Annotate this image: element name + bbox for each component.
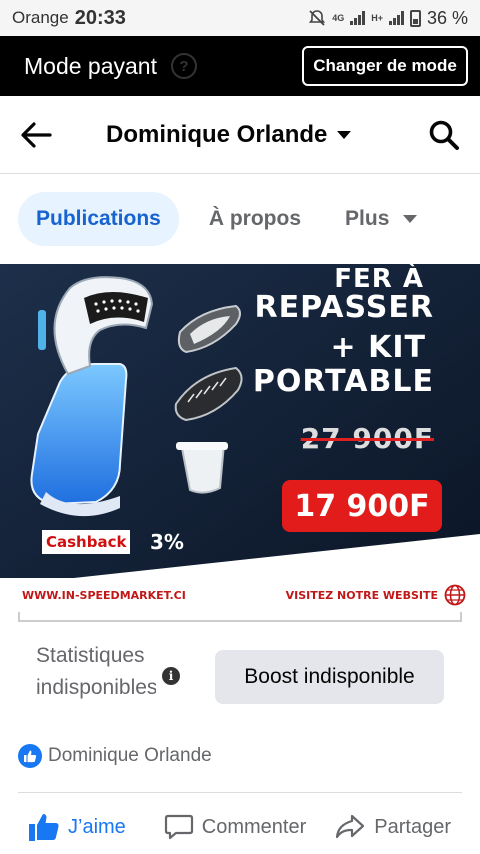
old-price: 27 900F	[300, 422, 434, 455]
ad-footer: WWW.IN-SPEEDMARKET.CI VISITEZ NOTRE WEBS…	[0, 578, 480, 612]
signal-icon	[350, 11, 366, 25]
share-button[interactable]: Partager	[334, 813, 451, 841]
battery-level: 36 %	[426, 7, 468, 28]
chevron-down-icon	[403, 215, 418, 223]
back-arrow-icon[interactable]	[20, 119, 52, 151]
status-bar: Orange 20:33 4G H+ 36 %	[0, 0, 480, 36]
like-label: J’aime	[68, 815, 126, 838]
tab-a-propos[interactable]: À propos	[195, 192, 315, 246]
share-icon	[336, 814, 365, 839]
image-frame	[18, 612, 462, 622]
tab-plus-label: Plus	[345, 207, 390, 230]
divider	[18, 792, 462, 793]
post-actions: J’aime Commenter Partager	[0, 800, 480, 854]
help-icon[interactable]: ?	[170, 53, 197, 79]
notifications-off-icon	[309, 10, 326, 26]
cashback-value: 3%	[150, 530, 184, 554]
profile-tabs: Publications À propos Plus	[0, 174, 480, 264]
comment-button[interactable]: Commenter	[164, 813, 306, 841]
new-price: 17 900F	[282, 480, 442, 532]
globe-icon	[444, 584, 466, 606]
ad-text-line2: REPASSER	[254, 290, 434, 325]
network-hplus-label: H+	[371, 13, 383, 23]
cashback-label: Cashback	[42, 530, 131, 554]
insights-status: Statistiques indisponibles	[36, 644, 156, 699]
mode-bar: Mode payant ? Changer de mode	[0, 36, 480, 96]
mode-title: Mode payant	[24, 52, 157, 79]
clock: 20:33	[74, 6, 126, 29]
ad-visit-label: VISITEZ NOTRE WEBSITE	[285, 588, 438, 602]
reactions-summary[interactable]: Dominique Orlande	[18, 744, 212, 768]
search-icon[interactable]	[428, 119, 460, 151]
network-type-label: 4G	[332, 13, 345, 23]
tab-plus[interactable]: Plus	[331, 192, 431, 246]
like-badge-icon	[18, 744, 42, 768]
carrier-label: Orange	[12, 8, 69, 27]
battery-icon	[409, 9, 421, 27]
chevron-down-icon	[337, 130, 352, 139]
reaction-name: Dominique Orlande	[48, 745, 212, 766]
page-header: Dominique Orlande	[0, 96, 480, 174]
signal-icon-2	[388, 11, 404, 25]
comment-label: Commenter	[201, 815, 307, 838]
ad-text-line4: PORTABLE	[252, 364, 434, 399]
like-button[interactable]: J’aime	[28, 812, 126, 842]
change-mode-button[interactable]: Changer de mode	[302, 46, 468, 86]
share-label: Partager	[374, 815, 451, 838]
boost-button[interactable]: Boost indisponible	[215, 650, 444, 704]
tab-publications[interactable]: Publications	[18, 192, 179, 246]
info-icon[interactable]: i	[162, 667, 180, 685]
status-icons: 4G H+ 36 %	[308, 8, 468, 29]
ad-text-line3: + KIT	[330, 330, 426, 365]
comment-icon	[164, 814, 193, 840]
ad-website: WWW.IN-SPEEDMARKET.CI	[22, 588, 186, 602]
thumbs-up-icon	[29, 814, 59, 841]
post-image[interactable]: FER À REPASSER + KIT PORTABLE 27 900F 17…	[0, 264, 480, 612]
ad-visit: VISITEZ NOTRE WEBSITE	[286, 584, 466, 606]
page-title-dropdown[interactable]: Dominique Orlande	[106, 120, 352, 149]
page-title: Dominique Orlande	[106, 120, 328, 148]
